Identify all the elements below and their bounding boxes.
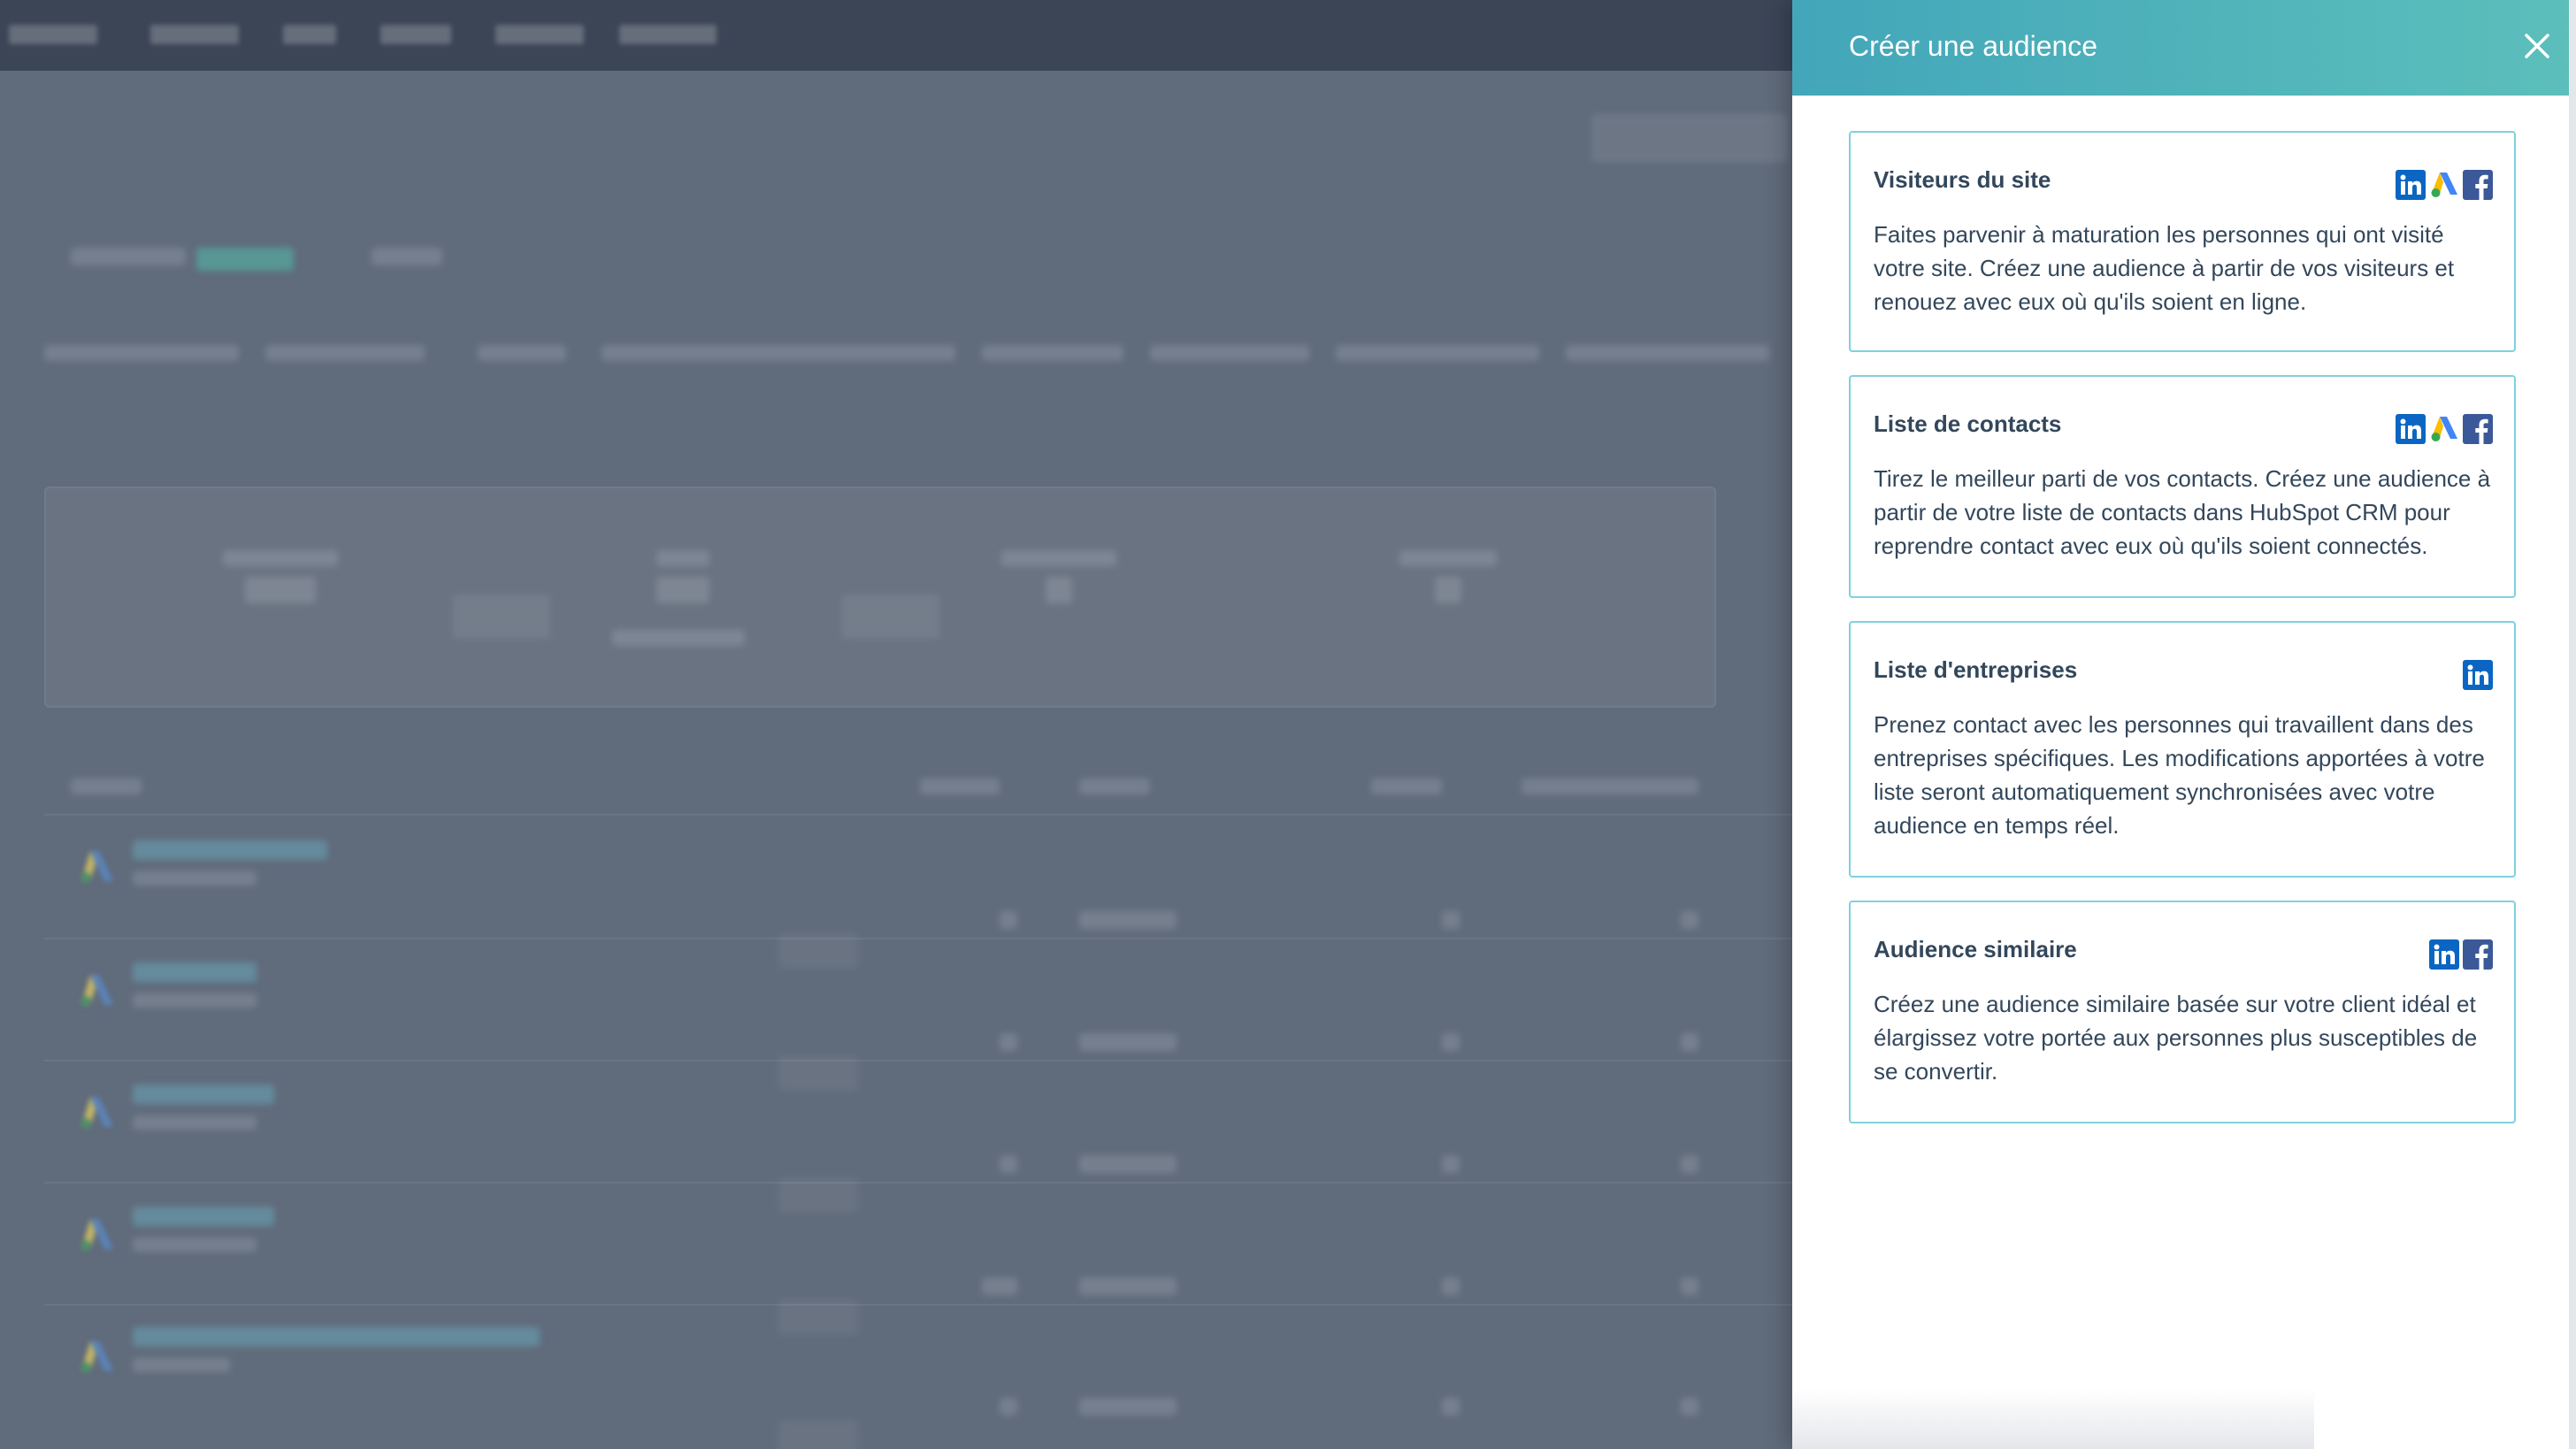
linkedin-icon	[2429, 939, 2459, 970]
create-audience-panel: Créer une audience Visiteurs du site Fai…	[1792, 0, 2576, 1449]
option-card-site-visitors[interactable]: Visiteurs du site Faites parvenir à matu…	[1849, 131, 2516, 352]
option-card-company-list[interactable]: Liste d'entreprises Prenez contact avec …	[1849, 621, 2516, 878]
close-icon	[2525, 34, 2549, 58]
panel-title: Créer une audience	[1849, 30, 2098, 62]
linkedin-icon	[2463, 660, 2493, 690]
option-title: Liste d'entreprises	[1874, 656, 2078, 683]
option-title: Visiteurs du site	[1874, 166, 2051, 193]
linkedin-icon	[2396, 170, 2426, 200]
option-description: Créez une audience similaire basée sur v…	[1874, 991, 2478, 1085]
network-icons	[2429, 939, 2493, 971]
panel-header: Créer une audience	[1792, 0, 2576, 96]
google-ads-icon	[80, 1341, 113, 1373]
option-card-contact-list[interactable]: Liste de contacts Tirez le meilleur part…	[1849, 375, 2516, 598]
facebook-icon	[2463, 170, 2493, 200]
option-card-lookalike-audience[interactable]: Audience similaire Créez une audience si…	[1849, 901, 2516, 1123]
google-ads-icon	[80, 851, 113, 883]
google-ads-icon	[80, 975, 113, 1007]
network-icons	[2463, 660, 2493, 692]
google-ads-icon	[80, 1097, 113, 1129]
window-edge	[2569, 0, 2576, 1449]
google-ads-icon	[80, 1219, 113, 1251]
option-description: Prenez contact avec les personnes qui tr…	[1874, 711, 2485, 839]
option-description: Tirez le meilleur parti de vos contacts.…	[1874, 465, 2491, 559]
network-icons	[2396, 414, 2493, 446]
google-ads-icon	[2431, 172, 2457, 197]
option-title: Audience similaire	[1874, 936, 2077, 962]
background-app	[0, 0, 1796, 1449]
close-button[interactable]	[2519, 28, 2555, 64]
panel-footer-shadow	[1792, 1389, 2314, 1449]
facebook-icon	[2463, 414, 2493, 444]
option-title: Liste de contacts	[1874, 410, 2062, 437]
option-description: Faites parvenir à maturation les personn…	[1874, 221, 2455, 315]
network-icons	[2396, 170, 2493, 202]
facebook-icon	[2463, 939, 2493, 970]
linkedin-icon	[2396, 414, 2426, 444]
google-ads-icon	[2431, 417, 2457, 441]
background-content	[0, 71, 1796, 1449]
top-navigation-bar	[0, 0, 1796, 71]
